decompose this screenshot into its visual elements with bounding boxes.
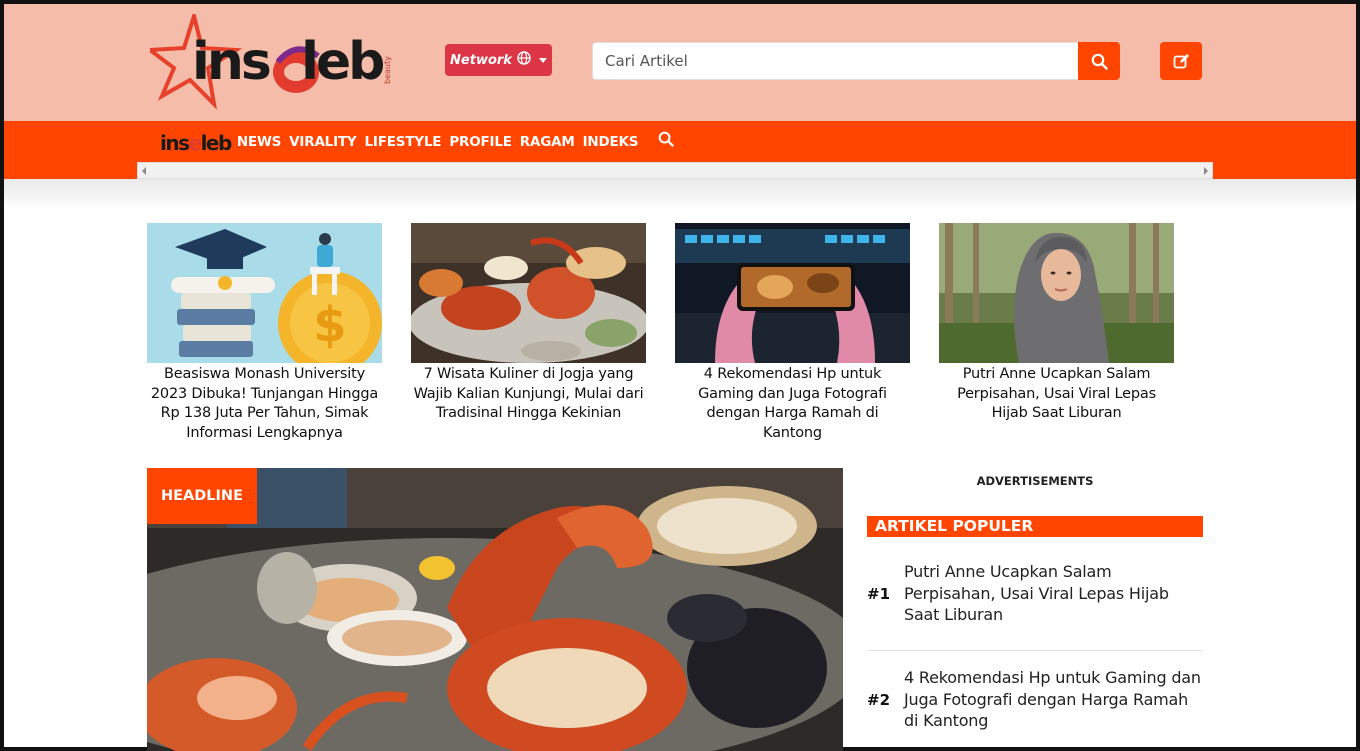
nav-scrollbar[interactable] bbox=[137, 162, 1213, 179]
pencil-square-icon bbox=[1173, 53, 1189, 68]
article-title[interactable]: 7 Wisata Kuliner di Jogja yang Wajib Kal… bbox=[411, 365, 646, 424]
network-dropdown-button[interactable]: Network bbox=[445, 44, 552, 76]
featured-articles: $ Beasiswa Monash University 2023 Dibuka… bbox=[147, 223, 1177, 443]
globe-icon bbox=[517, 51, 531, 69]
write-article-button[interactable] bbox=[1160, 42, 1202, 80]
svg-text:$: $ bbox=[313, 297, 346, 353]
article-title[interactable]: 4 Rekomendasi Hp untuk Gaming dan Juga F… bbox=[675, 365, 910, 443]
nav-item-lifestyle[interactable]: LIFESTYLE bbox=[365, 134, 442, 150]
popular-article-item[interactable]: #1 Putri Anne Ucapkan Salam Perpisahan, … bbox=[867, 561, 1203, 626]
search-bar bbox=[592, 42, 1120, 80]
header-shadow bbox=[4, 179, 1356, 211]
scholarship-illustration-image: $ bbox=[147, 223, 382, 363]
popular-rank: #1 bbox=[867, 584, 891, 603]
article-title[interactable]: Putri Anne Ucapkan Salam Perpisahan, Usa… bbox=[939, 365, 1174, 424]
site-logo[interactable]: inseleb beauty bbox=[150, 14, 404, 110]
hijab-woman-image bbox=[939, 223, 1174, 363]
popular-article-item[interactable]: #2 4 Rekomendasi Hp untuk Gaming dan Jug… bbox=[867, 667, 1203, 732]
site-header: inseleb beauty Network bbox=[4, 4, 1356, 121]
advertisements-label: ADVERTISEMENTS bbox=[976, 474, 1094, 488]
headline-badge: HEADLINE bbox=[147, 468, 257, 524]
nav-search-icon[interactable] bbox=[658, 131, 675, 151]
article-title[interactable]: Beasiswa Monash University 2023 Dibuka! … bbox=[147, 365, 382, 443]
search-input[interactable] bbox=[592, 42, 1078, 80]
headline-article[interactable]: HEADLINE bbox=[147, 468, 843, 751]
article-card[interactable]: $ Beasiswa Monash University 2023 Dibuka… bbox=[147, 223, 382, 443]
popular-article-title[interactable]: 4 Rekomendasi Hp untuk Gaming dan Juga F… bbox=[904, 667, 1203, 732]
search-icon bbox=[1091, 53, 1108, 70]
nav-item-ragam[interactable]: RAGAM bbox=[520, 134, 575, 150]
nav-item-news[interactable]: NEWS bbox=[237, 134, 282, 150]
popular-article-title[interactable]: Putri Anne Ucapkan Salam Perpisahan, Usa… bbox=[904, 561, 1203, 626]
chevron-down-icon bbox=[538, 57, 547, 63]
nav-logo[interactable]: inseleb bbox=[160, 131, 232, 155]
search-button[interactable] bbox=[1078, 42, 1120, 80]
nav-item-profile[interactable]: PROFILE bbox=[449, 134, 512, 150]
logo-tagline: beauty bbox=[383, 56, 392, 84]
divider bbox=[867, 650, 1203, 651]
article-card[interactable]: Putri Anne Ucapkan Salam Perpisahan, Usa… bbox=[939, 223, 1174, 443]
network-label: Network bbox=[450, 52, 512, 68]
nav-item-virality[interactable]: VIRALITY bbox=[289, 134, 357, 150]
mobile-gaming-image bbox=[675, 223, 910, 363]
popular-articles-heading: ARTIKEL POPULER bbox=[867, 516, 1203, 537]
scroll-left-icon[interactable] bbox=[142, 167, 146, 175]
seafood-platter-image bbox=[411, 223, 646, 363]
popular-rank: #2 bbox=[867, 690, 891, 709]
logo-wordmark: inseleb bbox=[192, 32, 385, 92]
article-card[interactable]: 7 Wisata Kuliner di Jogja yang Wajib Kal… bbox=[411, 223, 646, 443]
article-card[interactable]: 4 Rekomendasi Hp untuk Gaming dan Juga F… bbox=[675, 223, 910, 443]
scroll-right-icon[interactable] bbox=[1204, 167, 1208, 175]
nav-item-indeks[interactable]: INDEKS bbox=[583, 134, 639, 150]
